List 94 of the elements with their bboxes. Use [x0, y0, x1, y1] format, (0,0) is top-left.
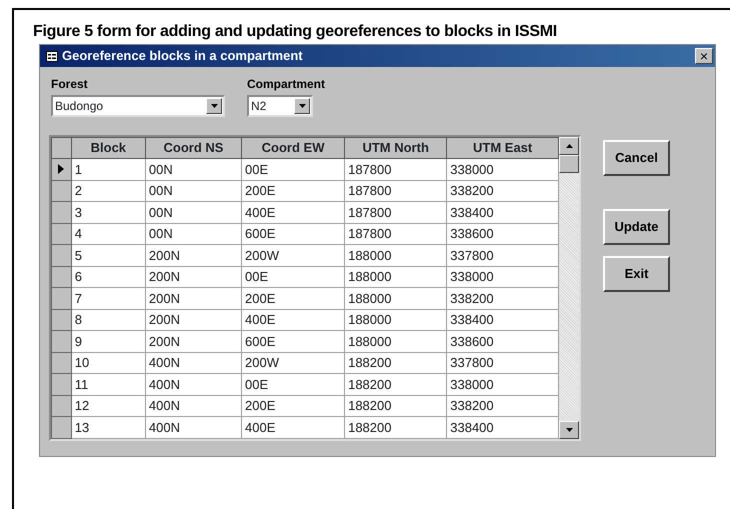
table-cell: 400N [145, 416, 242, 438]
caret-icon [210, 104, 218, 108]
window-title: Georeference blocks in a compartment [62, 47, 303, 66]
table-cell: 337800 [446, 352, 558, 374]
table-cell: 400N [145, 374, 242, 396]
table-cell: 13 [71, 416, 146, 438]
table-cell: 338400 [446, 309, 558, 331]
table-cell: 400E [242, 309, 345, 331]
table-cell: 6 [71, 266, 146, 288]
table-cell: 338200 [446, 395, 558, 417]
table-cell: 200E [242, 180, 345, 202]
form-button[interactable]: Exit [603, 256, 670, 292]
table-cell: 00N [145, 158, 242, 180]
table-cell: 188200 [344, 395, 447, 417]
table-cell: 200E [242, 288, 345, 310]
table-cell: 338200 [446, 180, 558, 202]
table-cell: 00N [145, 223, 242, 245]
table-cell: 188000 [344, 266, 447, 288]
table-cell: 00E [242, 158, 345, 180]
table-cell: 200N [145, 266, 242, 288]
table-cell: 2 [71, 180, 146, 202]
table-cell: 400E [242, 416, 345, 438]
table-cell: 600E [242, 223, 345, 245]
table-cell: 7 [71, 288, 146, 310]
table-cell: 200N [145, 309, 242, 331]
table-cell: 188200 [344, 374, 447, 396]
dropdown-button[interactable] [206, 98, 222, 114]
table-cell: 600E [242, 330, 345, 352]
table-cell: 00E [242, 374, 345, 396]
table-cell: 200E [242, 395, 345, 417]
table-cell: 188200 [344, 416, 447, 438]
column-header[interactable]: Coord NS [145, 138, 242, 159]
down-arrow-icon [566, 428, 572, 432]
table-cell: 00E [242, 266, 345, 288]
table-cell: 400N [145, 395, 242, 417]
table-cell: 400N [145, 352, 242, 374]
table-cell: 338000 [446, 266, 558, 288]
table-cell: 4 [71, 223, 146, 245]
column-header[interactable]: UTM North [344, 138, 447, 159]
table-cell: 337800 [446, 244, 558, 266]
column-header[interactable]: UTM East [446, 138, 558, 159]
table-cell: 200N [145, 244, 242, 266]
scroll-up-button[interactable] [559, 137, 579, 155]
dropdown-button[interactable] [294, 98, 310, 114]
scroll-down-button[interactable] [559, 421, 579, 439]
scrollbar[interactable] [559, 137, 579, 439]
table-cell: 10 [71, 352, 146, 374]
table-cell: 188000 [344, 244, 447, 266]
scroll-thumb[interactable] [559, 155, 579, 173]
field-label: Compartment [247, 77, 326, 91]
table-cell: 200W [242, 352, 345, 374]
table-cell: 188200 [344, 352, 447, 374]
table-cell: 338000 [446, 158, 558, 180]
table-cell: 200N [145, 330, 242, 352]
table-cell: 200W [242, 244, 345, 266]
combo-box[interactable]: N2 [247, 95, 313, 117]
table-cell: 338400 [446, 202, 558, 224]
figure-caption: Figure 5 form for adding and updating georeferences to blocks in ISSMI [33, 22, 557, 42]
table-cell: 338600 [446, 223, 558, 245]
table-cell: 9 [71, 330, 146, 352]
form-button[interactable]: Update [603, 209, 670, 245]
table-cell: 00N [145, 202, 242, 224]
table-cell: 1 [71, 158, 146, 180]
table-cell: 188000 [344, 309, 447, 331]
table-cell: 338600 [446, 330, 558, 352]
column-header[interactable]: Coord EW [242, 138, 345, 159]
table-cell: 200N [145, 288, 242, 310]
table-cell: 00N [145, 180, 242, 202]
table-cell: 8 [71, 309, 146, 331]
table-cell: 187800 [344, 158, 447, 180]
table-cell: 5 [71, 244, 146, 266]
form-icon [46, 50, 58, 62]
up-arrow-icon [566, 144, 572, 148]
current-row-icon [58, 164, 64, 174]
caret-icon [298, 104, 306, 108]
table-cell: 338200 [446, 288, 558, 310]
table-cell: 188000 [344, 330, 447, 352]
table-cell: 187800 [344, 180, 447, 202]
form-button[interactable]: Cancel [603, 140, 670, 176]
corner-header [52, 138, 72, 159]
table-cell: 338400 [446, 416, 558, 438]
table-cell: 12 [71, 395, 146, 417]
column-header[interactable]: Block [71, 138, 146, 159]
table-cell: 188000 [344, 288, 447, 310]
table-cell: 400E [242, 202, 345, 224]
close-button[interactable]: × [695, 48, 713, 64]
table-cell: 187800 [344, 202, 447, 224]
table-cell: 187800 [344, 223, 447, 245]
table-cell: 11 [71, 374, 146, 396]
table-cell: 338000 [446, 374, 558, 396]
table-cell: 3 [71, 202, 146, 224]
combo-box[interactable]: Budongo [51, 95, 225, 117]
field-label: Forest [51, 77, 89, 91]
row-selector[interactable] [52, 158, 72, 180]
